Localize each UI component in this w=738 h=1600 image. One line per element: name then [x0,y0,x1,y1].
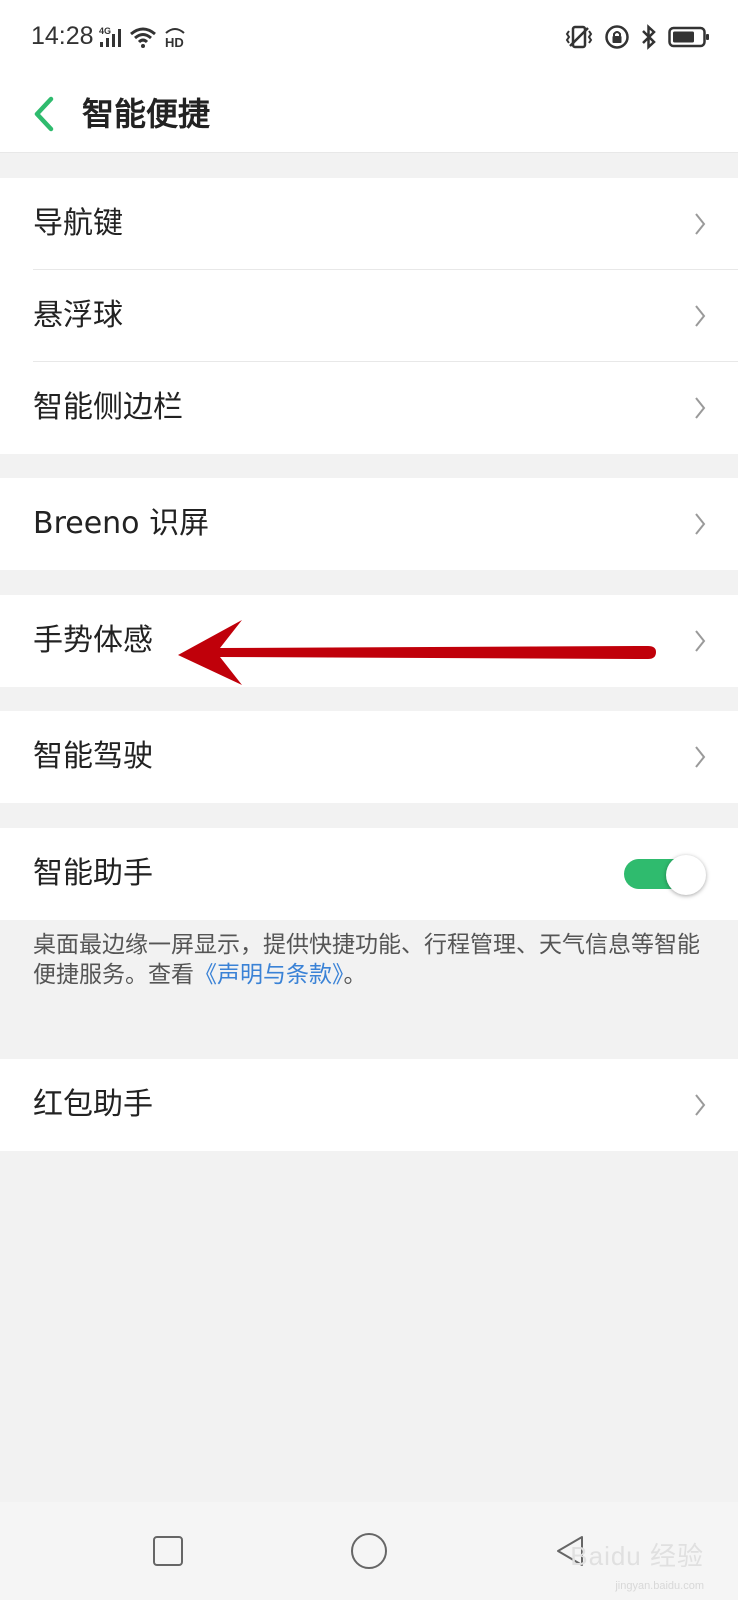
navigation-group: 导航键 悬浮球 智能侧边栏 [0,178,738,454]
home-button[interactable] [319,1502,419,1600]
chevron-right-icon [695,1094,706,1116]
battery-icon [668,26,709,48]
smart-driving-label: 智能驾驶 [33,739,153,774]
terms-link[interactable]: 《声明与条款》 [194,962,344,988]
red-packet-group: 红包助手 [0,1059,738,1151]
signal-4g-icon: 4G [99,26,121,47]
assistant-description-end: 。 [343,962,367,988]
smart-assistant-toggle[interactable] [624,855,706,895]
chevron-right-icon [695,746,706,768]
watermark: Baidu 经验 [570,1541,704,1571]
driving-group: 智能驾驶 [0,711,738,803]
red-packet-label: 红包助手 [33,1087,153,1122]
svg-text:HD: HD [165,35,184,49]
recent-apps-icon [153,1536,183,1566]
nav-keys-label: 导航键 [33,206,123,241]
recent-apps-button[interactable] [118,1502,218,1600]
annotation-arrow [178,620,656,685]
breeno-group: Breeno 识屏 [0,478,738,570]
vibrate-icon [565,25,593,49]
svg-text:4G: 4G [99,26,111,36]
smart-driving-item[interactable]: 智能驾驶 [0,711,738,803]
chevron-right-icon [695,305,706,327]
wifi-icon [130,27,156,48]
chevron-right-icon [695,513,706,535]
chevron-left-icon [34,96,54,132]
chevron-right-icon [695,213,706,235]
status-time: 14:28 [31,22,94,50]
status-left-icons: 4G HD [99,24,187,50]
breeno-screen-item[interactable]: Breeno 识屏 [0,478,738,570]
back-button[interactable] [22,86,66,142]
home-icon [351,1533,387,1569]
floating-ball-label: 悬浮球 [33,298,123,333]
status-bar: 14:28 4G HD [0,0,738,76]
breeno-screen-label: Breeno 识屏 [33,506,210,541]
chevron-right-icon [695,397,706,419]
assistant-description: 桌面最边缘一屏显示，提供快捷功能、行程管理、天气信息等智能便捷服务。查看《声明与… [33,930,713,990]
toggle-knob [666,855,706,895]
gesture-motion-label: 手势体感 [33,623,153,658]
smart-assistant-label: 智能助手 [33,856,153,891]
smart-sidebar-item[interactable]: 智能侧边栏 [0,362,738,454]
assistant-group: 智能助手 [0,828,738,920]
floating-ball-item[interactable]: 悬浮球 [0,270,738,362]
smart-sidebar-label: 智能侧边栏 [33,390,183,425]
header: 智能便捷 [0,76,738,153]
smart-assistant-item: 智能助手 [0,828,738,920]
assistant-description-text: 桌面最边缘一屏显示，提供快捷功能、行程管理、天气信息等智能便捷服务。查看 [33,932,700,988]
page-title: 智能便捷 [82,95,211,133]
hd-icon: HD [165,28,185,49]
red-packet-item[interactable]: 红包助手 [0,1059,738,1151]
rotation-lock-icon [605,25,629,49]
chevron-right-icon [695,630,706,652]
nav-keys-item[interactable]: 导航键 [0,178,738,270]
bluetooth-icon [642,24,656,50]
watermark-sub: jingyan.baidu.com [615,1580,704,1592]
status-right-icons [564,22,710,52]
